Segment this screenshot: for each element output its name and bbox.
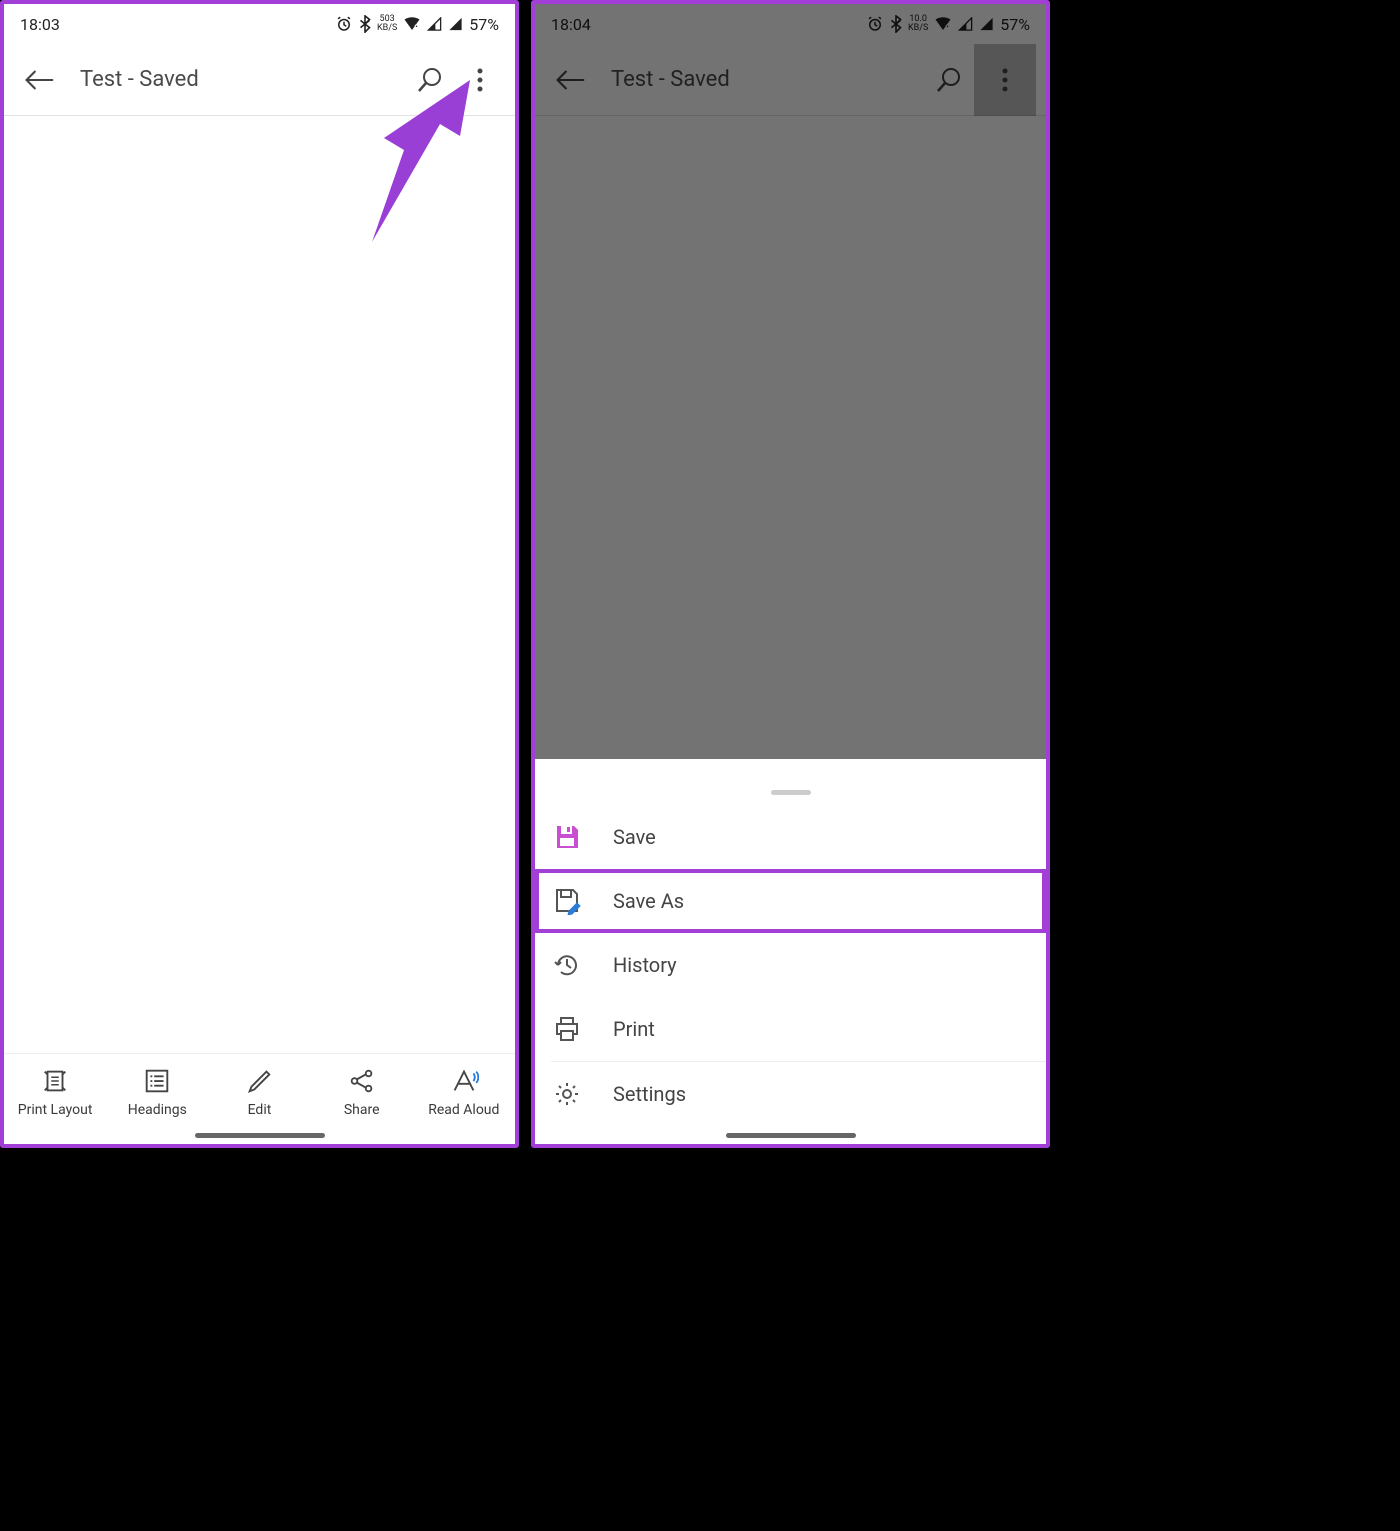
headings-label: Headings — [128, 1102, 187, 1118]
edit-button[interactable]: Edit — [214, 1066, 304, 1118]
menu-history[interactable]: History — [535, 933, 1046, 997]
home-indicator[interactable] — [535, 1126, 1046, 1144]
sheet-drag-handle[interactable] — [535, 782, 1046, 805]
menu-history-label: History — [613, 953, 677, 977]
alarm-icon — [335, 15, 353, 33]
menu-save-as-label: Save As — [613, 889, 684, 913]
print-layout-label: Print Layout — [18, 1102, 93, 1118]
share-label: Share — [344, 1102, 380, 1118]
bluetooth-icon — [359, 15, 371, 33]
edit-icon — [244, 1066, 274, 1096]
more-vertical-icon — [477, 68, 483, 92]
menu-print[interactable]: Print — [535, 997, 1046, 1061]
save-icon — [553, 823, 581, 851]
menu-save[interactable]: Save — [535, 805, 1046, 869]
share-icon — [347, 1066, 377, 1096]
document-area[interactable] — [4, 116, 515, 1053]
bottom-toolbar: Print Layout Headings Edit Share Read Al… — [4, 1053, 515, 1126]
app-header: Test - Saved — [4, 44, 515, 116]
menu-settings[interactable]: Settings — [535, 1062, 1046, 1126]
edit-label: Edit — [248, 1102, 272, 1118]
history-icon — [553, 951, 581, 979]
modal-scrim[interactable] — [535, 4, 1046, 759]
overflow-menu-sheet: Save Save As History Print Settings — [535, 782, 1046, 1126]
screenshot-right: 18:04 10.0 KB/S 57% Test - Saved — [531, 0, 1050, 1148]
more-button[interactable] — [455, 55, 505, 105]
page-title: Test - Saved — [80, 67, 405, 92]
search-button[interactable] — [405, 55, 455, 105]
menu-settings-label: Settings — [613, 1082, 686, 1106]
status-bar: 18:03 503 KB/S 57% — [4, 4, 515, 44]
read-aloud-label: Read Aloud — [428, 1102, 499, 1118]
settings-icon — [553, 1080, 581, 1108]
read-aloud-button[interactable]: Read Aloud — [419, 1066, 509, 1118]
battery-text: 57% — [469, 15, 499, 34]
back-arrow-icon — [24, 68, 54, 92]
headings-button[interactable]: Headings — [112, 1066, 202, 1118]
share-button[interactable]: Share — [317, 1066, 407, 1118]
menu-save-label: Save — [613, 825, 656, 849]
status-right-cluster: 503 KB/S 57% — [335, 15, 499, 34]
print-layout-button[interactable]: Print Layout — [10, 1066, 100, 1118]
screenshot-left: 18:03 503 KB/S 57% Test - Saved — [0, 0, 519, 1148]
menu-print-label: Print — [613, 1017, 655, 1041]
network-speed: 503 KB/S — [377, 15, 397, 33]
headings-icon — [142, 1066, 172, 1096]
signal-1-icon — [427, 17, 442, 31]
home-indicator[interactable] — [4, 1126, 515, 1144]
search-icon — [416, 66, 444, 94]
read-aloud-icon — [449, 1066, 479, 1096]
save-as-icon — [553, 887, 581, 915]
wifi-icon — [403, 16, 421, 32]
menu-save-as[interactable]: Save As — [535, 869, 1046, 933]
status-time: 18:03 — [20, 15, 60, 34]
signal-2-icon — [448, 17, 463, 31]
back-button[interactable] — [14, 55, 64, 105]
print-layout-icon — [40, 1066, 70, 1096]
print-icon — [553, 1015, 581, 1043]
